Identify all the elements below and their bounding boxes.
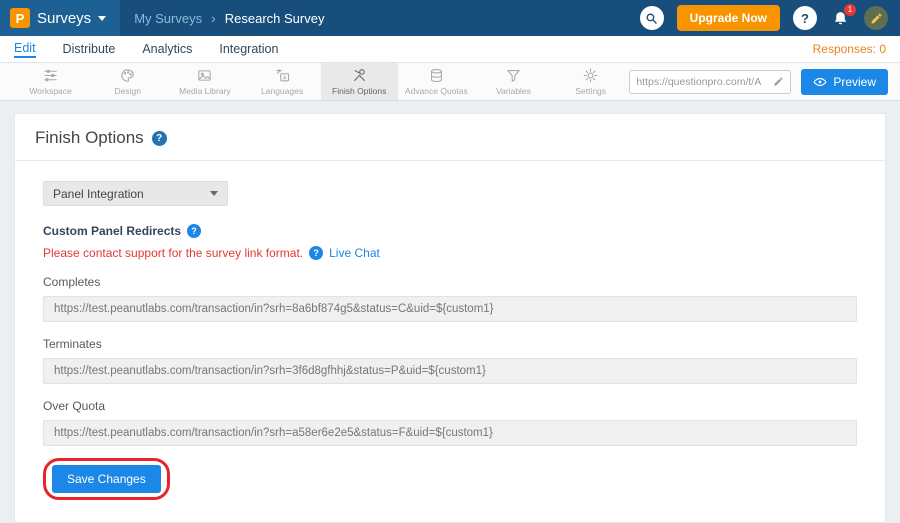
toolbar-item-label: Languages — [261, 86, 303, 96]
toolbar-item-variables[interactable]: Variables — [475, 63, 552, 100]
live-chat-help-icon[interactable]: ? — [309, 246, 323, 260]
toolbar-item-label: Media Library — [179, 86, 231, 96]
finish-options-help-icon[interactable]: ? — [152, 131, 167, 146]
survey-url-box[interactable]: https://questionpro.com/t/A — [629, 70, 791, 94]
save-changes-button[interactable]: Save Changes — [52, 465, 161, 493]
save-changes-annotation-highlight: Save Changes — [43, 458, 170, 500]
survey-url-text: https://questionpro.com/t/A — [636, 76, 768, 88]
toolbar-right: https://questionpro.com/t/A Preview — [629, 63, 888, 100]
notification-count-badge: 1 — [844, 4, 856, 16]
breadcrumb-separator-icon: › — [211, 10, 216, 26]
panel-integration-select[interactable]: Panel Integration — [43, 181, 228, 206]
top-header-bar: P Surveys My Surveys › Research Survey U… — [0, 0, 900, 36]
eye-icon — [813, 75, 827, 89]
design-icon — [119, 67, 136, 84]
languages-icon: A — [274, 67, 291, 84]
questionpro-logo-icon: P — [10, 8, 30, 28]
preview-button[interactable]: Preview — [801, 69, 888, 95]
tab-distribute[interactable]: Distribute — [63, 42, 116, 56]
panel-integration-selected-value: Panel Integration — [53, 187, 144, 201]
pencil-avatar-icon — [870, 12, 883, 25]
notifications-button[interactable]: 1 — [830, 8, 851, 29]
brand-menu[interactable]: P Surveys — [0, 0, 120, 36]
preview-button-label: Preview — [833, 75, 876, 89]
breadcrumb: My Surveys › Research Survey — [134, 10, 324, 26]
user-avatar[interactable] — [864, 6, 888, 30]
panel-body: Panel Integration Custom Panel Redirects… — [15, 161, 885, 522]
completes-label: Completes — [43, 275, 857, 289]
over-quota-label: Over Quota — [43, 399, 857, 413]
settings-gear-icon — [582, 67, 599, 84]
custom-redirects-help-icon[interactable]: ? — [187, 224, 201, 238]
workspace-icon — [42, 67, 59, 84]
tab-edit[interactable]: Edit — [14, 41, 36, 58]
header-actions: Upgrade Now ? 1 — [640, 5, 900, 31]
help-button[interactable]: ? — [793, 6, 817, 30]
select-chevron-down-icon — [210, 191, 218, 196]
toolbar-item-label: Workspace — [29, 86, 71, 96]
toolbar-item-advance-quotas[interactable]: Advance Quotas — [398, 63, 475, 100]
toolbar-item-label: Advance Quotas — [405, 86, 468, 96]
finish-options-panel: Finish Options ? Panel Integration Custo… — [14, 113, 886, 523]
variables-icon — [505, 67, 522, 84]
toolbar-item-settings[interactable]: Settings — [552, 63, 629, 100]
toolbar-item-workspace[interactable]: Workspace — [12, 63, 89, 100]
terminates-label: Terminates — [43, 337, 857, 351]
toolbar-item-finish-options[interactable]: Finish Options — [321, 63, 398, 100]
completes-input[interactable] — [43, 296, 857, 322]
edit-toolbar: Workspace Design Media Library A Languag… — [0, 63, 900, 101]
pencil-icon — [773, 76, 784, 87]
edit-url-button[interactable] — [773, 76, 784, 87]
search-icon — [645, 12, 658, 25]
toolbar-item-label: Finish Options — [332, 86, 386, 96]
toolbar-item-label: Design — [115, 86, 141, 96]
page-title: Finish Options — [35, 128, 144, 148]
toolbar-item-label: Settings — [575, 86, 606, 96]
toolbar-item-languages[interactable]: A Languages — [243, 63, 320, 100]
live-chat-link[interactable]: Live Chat — [329, 246, 380, 260]
search-button[interactable] — [640, 6, 664, 30]
support-notice-row: Please contact support for the survey li… — [43, 246, 857, 260]
custom-panel-redirects-heading: Custom Panel Redirects ? — [43, 224, 857, 238]
breadcrumb-current-survey: Research Survey — [225, 11, 325, 26]
support-notice-text: Please contact support for the survey li… — [43, 246, 303, 260]
toolbar-item-label: Variables — [496, 86, 531, 96]
terminates-input[interactable] — [43, 358, 857, 384]
toolbar-item-design[interactable]: Design — [89, 63, 166, 100]
responses-count[interactable]: Responses: 0 — [813, 42, 886, 56]
brand-label: Surveys — [37, 10, 91, 27]
upgrade-now-button[interactable]: Upgrade Now — [677, 5, 780, 31]
section-nav: Edit Distribute Analytics Integration Re… — [0, 36, 900, 63]
breadcrumb-my-surveys[interactable]: My Surveys — [134, 11, 202, 26]
tab-integration[interactable]: Integration — [219, 42, 278, 56]
help-question-icon: ? — [801, 11, 809, 26]
over-quota-input[interactable] — [43, 420, 857, 446]
toolbar-item-media-library[interactable]: Media Library — [166, 63, 243, 100]
chevron-down-icon — [98, 16, 106, 21]
media-library-icon — [196, 67, 213, 84]
finish-options-icon — [351, 67, 368, 84]
languages-letter: A — [282, 75, 286, 81]
advance-quotas-icon — [428, 67, 445, 84]
custom-panel-redirects-label: Custom Panel Redirects — [43, 224, 181, 238]
tab-analytics[interactable]: Analytics — [142, 42, 192, 56]
panel-header: Finish Options ? — [15, 114, 885, 161]
